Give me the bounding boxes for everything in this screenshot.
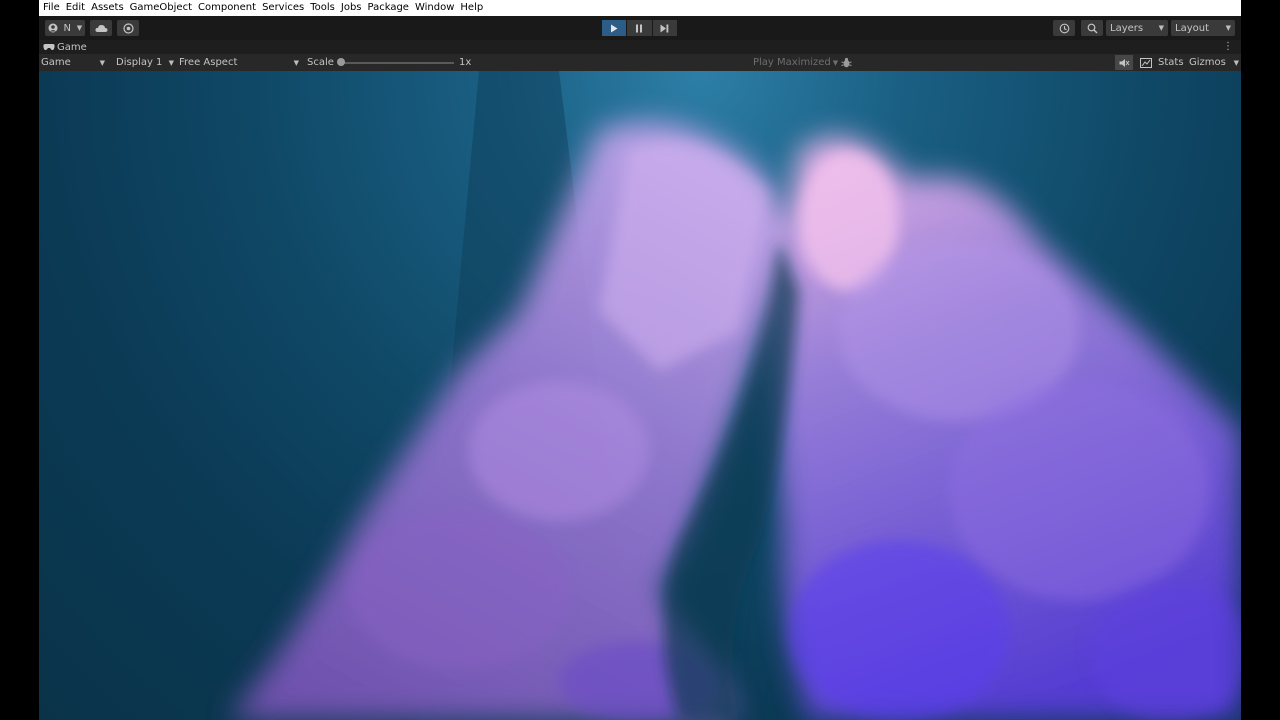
game-scene (229, 71, 1241, 720)
chevron-down-icon: ▼ (76, 24, 83, 32)
cloud-button[interactable] (90, 20, 112, 36)
layers-label: Layers (1110, 22, 1144, 34)
menu-bar: File Edit Assets GameObject Component Se… (39, 0, 1241, 16)
menu-help[interactable]: Help (460, 0, 483, 16)
stats-icon (1140, 57, 1152, 68)
tab-game[interactable]: Game (43, 40, 87, 54)
menu-file[interactable]: File (43, 0, 60, 16)
play-icon (611, 24, 618, 32)
right-smoke-plume (769, 136, 1241, 720)
menu-window[interactable]: Window (415, 0, 454, 16)
tab-bar: Game ⋮ (39, 40, 1241, 54)
pause-icon (636, 24, 643, 32)
collab-icon (122, 22, 134, 34)
account-dropdown[interactable]: N ▼ (45, 20, 85, 36)
game-viewport[interactable] (39, 71, 1241, 720)
aspect-label: Free Aspect (179, 57, 238, 68)
account-label: N (63, 22, 72, 34)
layers-dropdown[interactable]: Layers ▼ (1106, 20, 1168, 36)
cloud-icon (94, 24, 107, 32)
stats-button[interactable]: Stats (1158, 54, 1184, 71)
mute-audio-button[interactable] (1115, 55, 1133, 70)
mute-icon (1119, 58, 1129, 67)
pause-button[interactable] (627, 20, 652, 36)
collab-button[interactable] (117, 20, 139, 36)
stats-toggle-icon-button[interactable] (1137, 54, 1155, 71)
chevron-down-icon: ▼ (168, 58, 174, 67)
menu-component[interactable]: Component (198, 0, 256, 16)
debug-button[interactable] (841, 54, 852, 71)
play-mode-label: Play Maximized (753, 57, 831, 68)
chevron-down-icon: ▼ (293, 58, 299, 67)
search-icon (1087, 23, 1097, 33)
step-button[interactable] (652, 20, 677, 36)
layout-dropdown[interactable]: Layout ▼ (1171, 20, 1235, 36)
chevron-down-icon: ▼ (1158, 24, 1164, 32)
display-label: Display 1 (116, 57, 163, 68)
menu-services[interactable]: Services (262, 0, 304, 16)
chevron-down-icon: ▼ (1233, 58, 1239, 67)
gizmos-label: Gizmos (1189, 57, 1226, 68)
scale-slider-handle[interactable] (337, 58, 345, 66)
chevron-down-icon: ▼ (832, 58, 839, 67)
account-icon (48, 23, 58, 33)
search-button[interactable] (1081, 20, 1103, 36)
scale-slider-track[interactable] (340, 62, 454, 64)
menu-assets[interactable]: Assets (91, 0, 124, 16)
game-tab-icon (43, 44, 55, 51)
tab-game-label: Game (57, 41, 87, 53)
menu-jobs[interactable]: Jobs (341, 0, 362, 16)
menu-tools[interactable]: Tools (310, 0, 335, 16)
play-button[interactable] (602, 20, 627, 36)
bug-icon (841, 57, 852, 68)
menu-edit[interactable]: Edit (66, 0, 85, 16)
chevron-down-icon: ▼ (1225, 24, 1231, 32)
kebab-icon[interactable]: ⋮ (1223, 40, 1233, 54)
menu-gameobject[interactable]: GameObject (130, 0, 192, 16)
step-icon (660, 24, 669, 32)
display-dropdown[interactable]: Display 1 ▼ (116, 54, 174, 71)
aspect-dropdown[interactable]: Free Aspect ▼ (179, 54, 299, 71)
unity-editor: File Edit Assets GameObject Component Se… (39, 0, 1241, 720)
menu-package[interactable]: Package (368, 0, 409, 16)
layout-label: Layout (1175, 22, 1209, 34)
history-icon (1059, 23, 1069, 33)
view-mode-label: Game (41, 57, 71, 68)
scale-label: Scale (307, 57, 334, 68)
game-view-controls: Game ▼ Display 1 ▼ Free Aspect ▼ Scale 1… (39, 54, 1241, 71)
undo-history-button[interactable] (1053, 20, 1075, 36)
gizmos-dropdown[interactable]: Gizmos ▼ (1189, 54, 1239, 71)
scale-value: 1x (459, 57, 472, 68)
play-mode-dropdown[interactable]: Play Maximized ▼ (753, 54, 838, 71)
play-controls (602, 20, 678, 36)
main-toolbar: N ▼ Layers ▼ Layout ▼ (39, 16, 1241, 40)
chevron-down-icon: ▼ (99, 58, 105, 67)
view-mode-dropdown[interactable]: Game ▼ (41, 54, 105, 71)
